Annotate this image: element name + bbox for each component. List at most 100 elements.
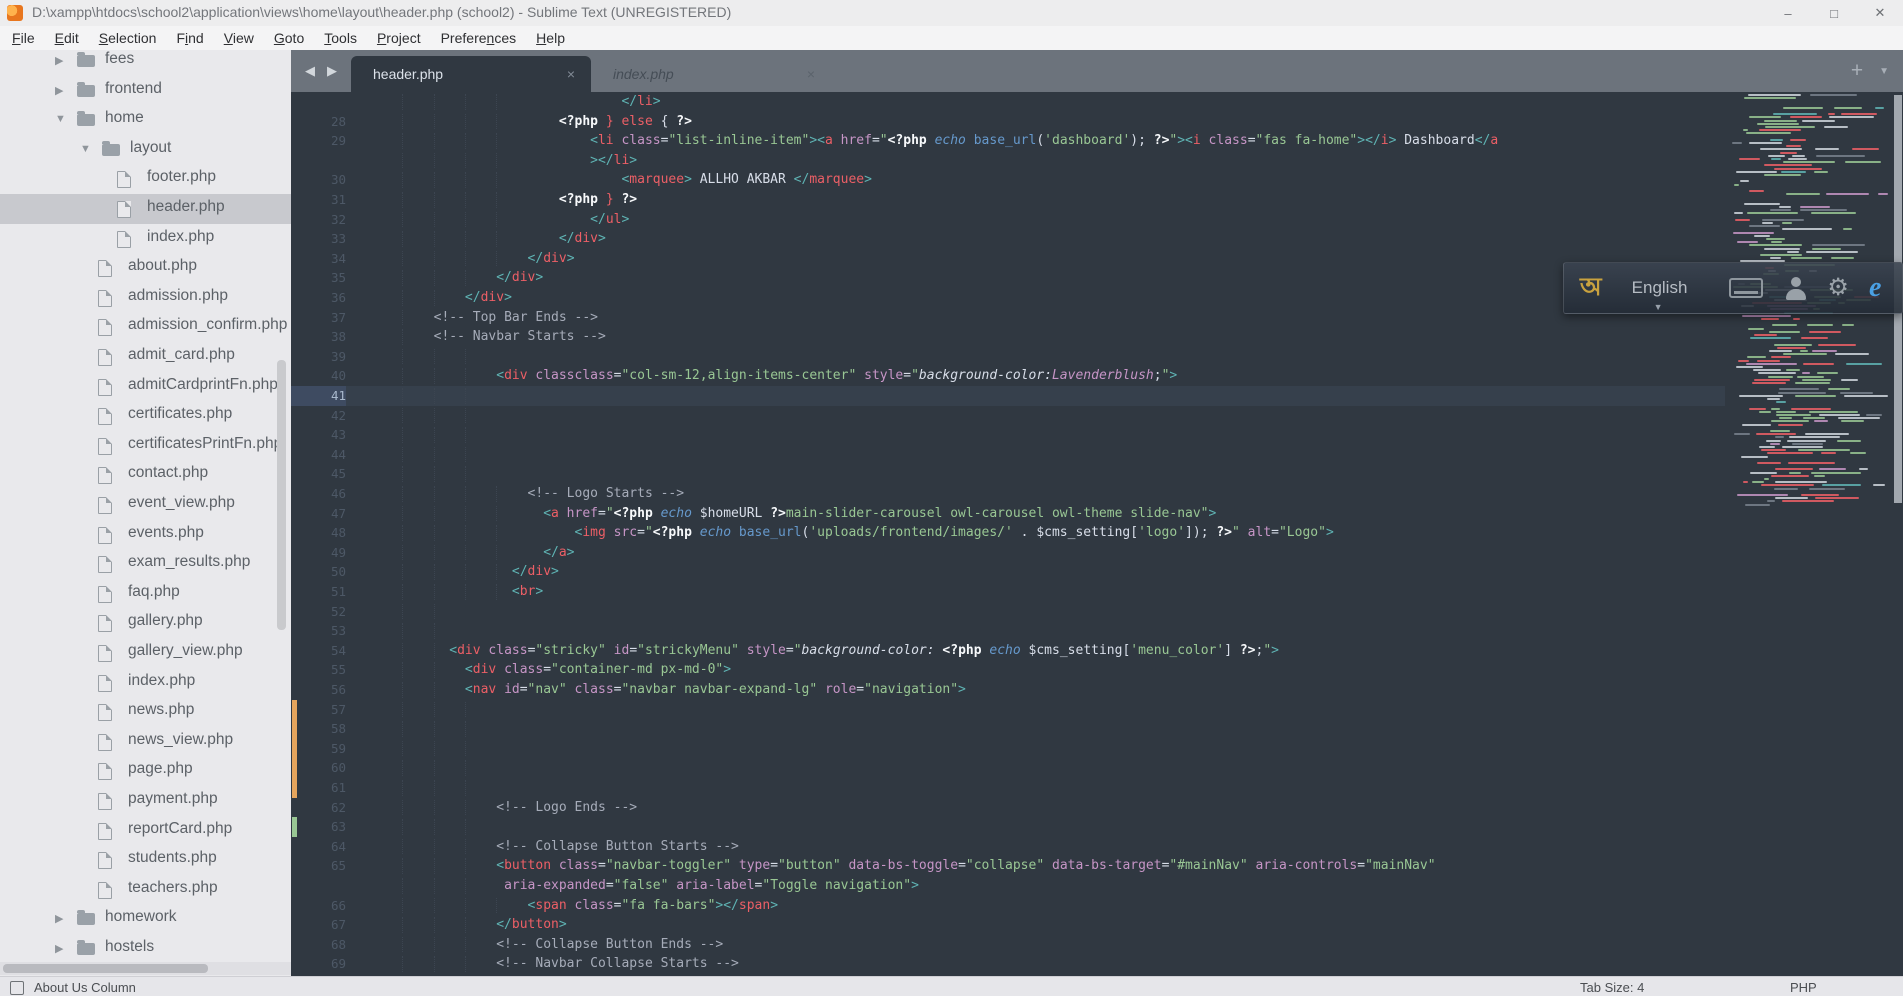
sidebar-scrollbar-thumb[interactable] bbox=[3, 964, 208, 973]
code-line[interactable]: 50 </div> bbox=[291, 562, 1725, 582]
chevron-down-icon[interactable]: ▼ bbox=[55, 113, 66, 125]
maximize-icon[interactable]: □ bbox=[1811, 0, 1857, 26]
code-line[interactable]: 32 </ul> bbox=[291, 210, 1725, 230]
settings-gear-icon[interactable]: ⚙ bbox=[1827, 276, 1849, 300]
menu-file[interactable]: File bbox=[2, 30, 45, 46]
code-line[interactable]: 62 <!-- Logo Ends --> bbox=[291, 798, 1725, 818]
sidebar-item-gallery_view-php[interactable]: gallery_view.php bbox=[0, 638, 291, 668]
ie-browser-icon[interactable]: e bbox=[1869, 274, 1881, 302]
chevron-right-icon[interactable]: ▶ bbox=[55, 84, 63, 97]
person-icon[interactable] bbox=[1785, 276, 1807, 300]
code-line[interactable]: 28 <?php } else { ?> bbox=[291, 112, 1725, 132]
code-line[interactable]: 39 bbox=[291, 347, 1725, 367]
sidebar-item-news_view-php[interactable]: news_view.php bbox=[0, 727, 291, 757]
menu-goto[interactable]: Goto bbox=[264, 30, 314, 46]
code-line[interactable]: 52 bbox=[291, 602, 1725, 622]
code-line[interactable]: 64 <!-- Collapse Button Starts --> bbox=[291, 837, 1725, 857]
sidebar-item-page-php[interactable]: page.php bbox=[0, 756, 291, 786]
menu-selection[interactable]: Selection bbox=[89, 30, 167, 46]
sidebar-item-certificates-php[interactable]: certificates.php bbox=[0, 401, 291, 431]
code-line[interactable]: 54 <div class="stricky" id="strickyMenu"… bbox=[291, 641, 1725, 661]
chevron-right-icon[interactable]: ▶ bbox=[55, 942, 63, 955]
code-line[interactable]: 63 bbox=[291, 817, 1725, 837]
sidebar-horizontal-scrollbar[interactable] bbox=[0, 962, 291, 975]
code-line[interactable]: 61 bbox=[291, 778, 1725, 798]
syntax-indicator[interactable]: PHP bbox=[1790, 980, 1817, 995]
menu-tools[interactable]: Tools bbox=[314, 30, 367, 46]
code-line[interactable]: 35 </div> bbox=[291, 268, 1725, 288]
code-line[interactable]: 47 <a href="<?php echo $homeURL ?>main-s… bbox=[291, 504, 1725, 524]
tab-close-icon[interactable]: × bbox=[567, 66, 575, 82]
code-line[interactable]: 65 <button class="navbar-toggler" type="… bbox=[291, 856, 1725, 876]
code-line[interactable]: 68 <!-- Collapse Button Ends --> bbox=[291, 935, 1725, 955]
code-editor[interactable]: </li> 28 <?php } else { ?> 29 <li class="l… bbox=[291, 92, 1725, 976]
tab-overflow-icon[interactable]: ▼ bbox=[1879, 66, 1889, 77]
code-line[interactable]: 34 </div> bbox=[291, 249, 1725, 269]
menu-preferences[interactable]: Preferences bbox=[431, 30, 527, 46]
code-line[interactable]: 31 <?php } ?> bbox=[291, 190, 1725, 210]
code-line[interactable]: aria-expanded="false" aria-label="Toggle… bbox=[291, 876, 1725, 896]
code-line[interactable]: 49 </a> bbox=[291, 543, 1725, 563]
sidebar-folder-fees[interactable]: ▶ fees bbox=[0, 50, 291, 76]
chevron-right-icon[interactable]: ▶ bbox=[55, 54, 63, 67]
minimap[interactable] bbox=[1725, 92, 1892, 976]
code-line[interactable]: 48 <img src="<?php echo base_url('upload… bbox=[291, 523, 1725, 543]
code-line[interactable]: 30 <marquee> ALLHO AKBAR </marquee> bbox=[291, 170, 1725, 190]
code-line[interactable]: 53 bbox=[291, 621, 1725, 641]
sidebar-item-teachers-php[interactable]: teachers.php bbox=[0, 875, 291, 905]
close-icon[interactable]: ✕ bbox=[1857, 0, 1903, 26]
code-line[interactable]: 42 bbox=[291, 406, 1725, 426]
code-line[interactable]: 40 <div classclass="col-sm-12,align-item… bbox=[291, 366, 1725, 386]
menu-edit[interactable]: Edit bbox=[45, 30, 89, 46]
code-line[interactable]: 57 bbox=[291, 699, 1725, 720]
code-line[interactable]: 46 <!-- Logo Starts --> bbox=[291, 484, 1725, 504]
code-line[interactable]: ></li> bbox=[291, 151, 1725, 171]
sidebar-folder-frontend[interactable]: ▶ frontend bbox=[0, 76, 291, 106]
sidebar-item-admitCardprintFn-php[interactable]: admitCardprintFn.php bbox=[0, 372, 291, 402]
tab-close-icon[interactable]: × bbox=[807, 66, 815, 82]
sidebar-folder-homework[interactable]: ▶ homework bbox=[0, 904, 291, 934]
sidebar-folder-hostels[interactable]: ▶ hostels bbox=[0, 934, 291, 962]
code-line[interactable]: 44 bbox=[291, 445, 1725, 465]
sidebar-item-news-php[interactable]: news.php bbox=[0, 697, 291, 727]
sidebar-item-footer-php[interactable]: footer.php bbox=[0, 164, 291, 194]
menu-view[interactable]: View bbox=[214, 30, 264, 46]
code-line[interactable]: 51 <br> bbox=[291, 582, 1725, 602]
chevron-right-icon[interactable]: ▶ bbox=[55, 912, 63, 925]
sidebar-item-event_view-php[interactable]: event_view.php bbox=[0, 490, 291, 520]
code-line[interactable]: 56 <nav id="nav" class="navbar navbar-ex… bbox=[291, 680, 1725, 700]
code-line[interactable]: 29 <li class="list-inline-item"><a href=… bbox=[291, 131, 1725, 151]
sidebar-item-header-php[interactable]: header.php bbox=[0, 194, 291, 224]
code-line[interactable]: 38 <!-- Navbar Starts --> bbox=[291, 327, 1725, 347]
sidebar-item-payment-php[interactable]: payment.php bbox=[0, 786, 291, 816]
tab-forward-icon[interactable]: ▶ bbox=[327, 63, 337, 79]
sidebar-folder-home[interactable]: ▼ home bbox=[0, 105, 291, 135]
sidebar-item-certificatesPrintFn-php[interactable]: certificatesPrintFn.php bbox=[0, 431, 291, 461]
sidebar-item-events-php[interactable]: events.php bbox=[0, 520, 291, 550]
minimize-icon[interactable]: – bbox=[1765, 0, 1811, 26]
menu-help[interactable]: Help bbox=[526, 30, 575, 46]
language-selector[interactable]: English ▼ bbox=[1632, 278, 1688, 312]
sidebar-item-admission_confirm-php[interactable]: admission_confirm.php bbox=[0, 312, 291, 342]
code-line[interactable]: 45 bbox=[291, 464, 1725, 484]
sidebar-item-about-php[interactable]: about.php bbox=[0, 253, 291, 283]
code-line[interactable]: 37 <!-- Top Bar Ends --> bbox=[291, 308, 1725, 328]
code-line[interactable]: 43 bbox=[291, 425, 1725, 445]
sidebar-item-admission-php[interactable]: admission.php bbox=[0, 283, 291, 313]
code-line[interactable]: 41 bbox=[291, 386, 1725, 406]
code-line[interactable]: 67 </button> bbox=[291, 915, 1725, 935]
code-line[interactable]: 60 bbox=[291, 758, 1725, 778]
menu-project[interactable]: Project bbox=[367, 30, 431, 46]
tab-size-indicator[interactable]: Tab Size: 4 bbox=[1580, 980, 1644, 995]
code-line[interactable]: 69 <!-- Navbar Collapse Starts --> bbox=[291, 954, 1725, 974]
keyboard-icon[interactable] bbox=[1729, 278, 1764, 298]
tab-header-php[interactable]: header.php × bbox=[351, 56, 591, 92]
code-line[interactable]: 59 bbox=[291, 738, 1725, 759]
sidebar-item-index-php[interactable]: index.php bbox=[0, 224, 291, 254]
sidebar-item-admit_card-php[interactable]: admit_card.php bbox=[0, 342, 291, 372]
chevron-down-icon[interactable]: ▼ bbox=[80, 143, 91, 155]
sidebar-item-gallery-php[interactable]: gallery.php bbox=[0, 608, 291, 638]
new-tab-icon[interactable]: + bbox=[1851, 59, 1863, 83]
code-line[interactable]: 33 </div> bbox=[291, 229, 1725, 249]
code-line[interactable]: 66 <span class="fa fa-bars"></span> bbox=[291, 896, 1725, 916]
